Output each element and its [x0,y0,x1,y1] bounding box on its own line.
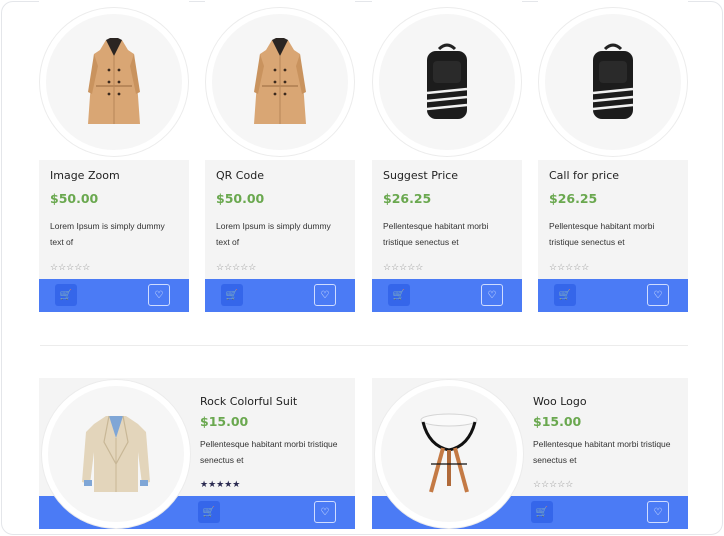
product-card[interactable]: QR Code $50.00 Lorem Ipsum is simply dum… [205,0,355,312]
wishlist-button[interactable]: ♡ [148,284,170,306]
product-card[interactable]: Image Zoom $50.00 Lorem Ipsum is simply … [39,0,189,312]
heart-icon: ♡ [487,289,497,301]
product-image[interactable] [40,8,188,156]
product-price: $26.25 [383,191,432,206]
cart-icon: 🛒 [558,289,572,301]
cart-icon: 🛒 [59,289,73,301]
rating-stars: ★★★★★ [200,479,241,489]
action-bar: 🛒 ♡ [39,279,189,312]
product-name[interactable]: Woo Logo [533,395,587,408]
action-bar: 🛒 ♡ [372,279,522,312]
product-image[interactable] [375,380,523,528]
section-divider [40,345,688,346]
rating-stars: ☆☆☆☆☆ [549,262,590,272]
add-to-cart-button[interactable]: 🛒 [55,284,77,306]
wishlist-button[interactable]: ♡ [647,501,669,523]
heart-icon: ♡ [320,289,330,301]
blazer-image [82,415,150,492]
stool-image [420,413,478,493]
product-card[interactable]: Suggest Price $26.25 Pellentesque habita… [372,0,522,312]
add-to-cart-button[interactable]: 🛒 [221,284,243,306]
product-card-wide[interactable]: 🛒 ♡ Rock Colorful Suit $15.00 Pellentesq… [39,378,355,529]
product-image[interactable] [42,380,190,528]
product-description: Pellentesque habitant morbi tristique se… [533,439,671,465]
add-to-cart-button[interactable]: 🛒 [388,284,410,306]
cart-icon: 🛒 [392,289,406,301]
product-description: Pellentesque habitant morbi tristique se… [549,221,655,247]
product-name[interactable]: Suggest Price [383,169,458,182]
wishlist-button[interactable]: ♡ [647,284,669,306]
cart-icon: 🛒 [535,506,549,518]
add-to-cart-button[interactable]: 🛒 [198,501,220,523]
cart-icon: 🛒 [225,289,239,301]
product-price: $15.00 [200,414,249,429]
product-price: $15.00 [533,414,582,429]
product-name[interactable]: Rock Colorful Suit [200,395,297,408]
product-price: $50.00 [216,191,265,206]
cart-icon: 🛒 [202,506,216,518]
rating-stars: ☆☆☆☆☆ [533,479,574,489]
product-image[interactable] [206,8,354,156]
product-price: $26.25 [549,191,598,206]
product-description: Pellentesque habitant morbi tristique se… [200,439,338,465]
product-name[interactable]: Call for price [549,169,619,182]
product-name[interactable]: Image Zoom [50,169,120,182]
heart-icon: ♡ [653,506,663,518]
action-bar: 🛒 ♡ [205,279,355,312]
product-description: Pellentesque habitant morbi tristique se… [383,221,489,247]
coat-image [88,38,140,124]
backpack-image [426,43,468,119]
wishlist-button[interactable]: ♡ [314,284,336,306]
coat-image [254,38,306,124]
action-bar: 🛒 ♡ [538,279,688,312]
backpack-image [592,43,634,119]
heart-icon: ♡ [653,289,663,301]
heart-icon: ♡ [154,289,164,301]
rating-stars: ☆☆☆☆☆ [50,262,91,272]
wishlist-button[interactable]: ♡ [481,284,503,306]
product-name[interactable]: QR Code [216,169,264,182]
product-card[interactable]: Call for price $26.25 Pellentesque habit… [538,0,688,312]
add-to-cart-button[interactable]: 🛒 [531,501,553,523]
wishlist-button[interactable]: ♡ [314,501,336,523]
add-to-cart-button[interactable]: 🛒 [554,284,576,306]
product-image[interactable] [539,8,687,156]
rating-stars: ☆☆☆☆☆ [216,262,257,272]
product-price: $50.00 [50,191,99,206]
product-description: Lorem Ipsum is simply dummy text of [50,221,165,247]
product-description: Lorem Ipsum is simply dummy text of [216,221,331,247]
product-image[interactable] [373,8,521,156]
product-card-wide[interactable]: 🛒 ♡ Woo Logo $15.00 Pellentesque habitan… [372,378,688,529]
heart-icon: ♡ [320,506,330,518]
rating-stars: ☆☆☆☆☆ [383,262,424,272]
